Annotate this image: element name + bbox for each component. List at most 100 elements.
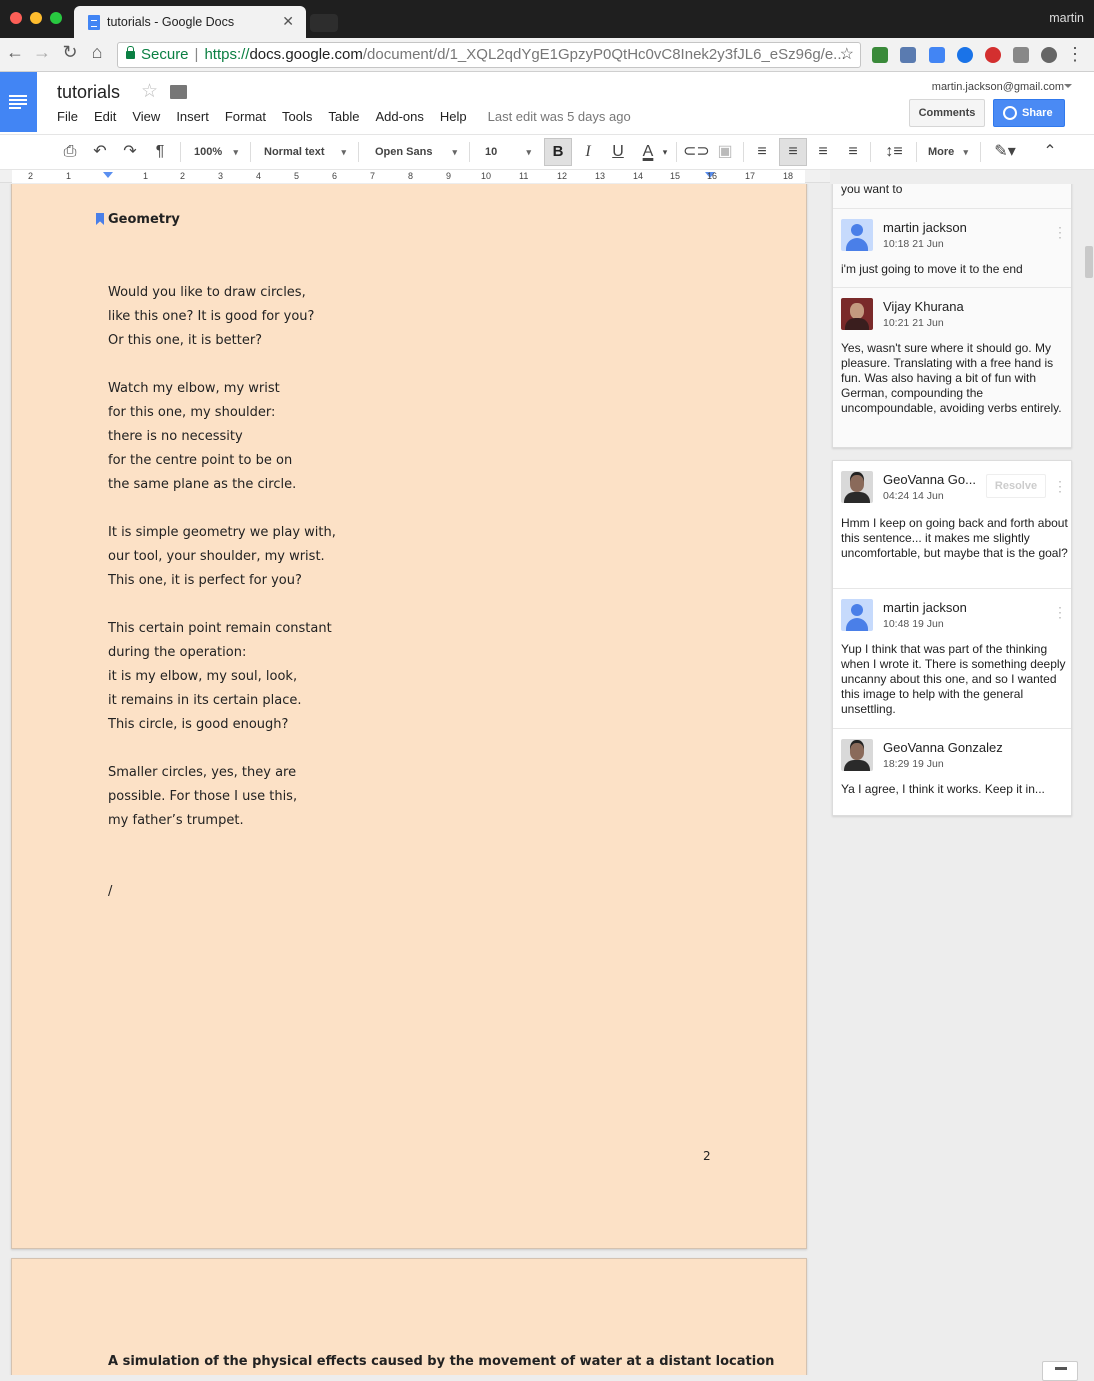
document-canvas[interactable]: Geometry Would you like to draw circles,… [0,184,830,1375]
menu-addons[interactable]: Add-ons [375,109,423,124]
ruler[interactable]: 2 1 1 2 3 4 5 6 7 8 9 10 11 12 13 14 15 … [0,170,830,183]
tab-close-icon[interactable]: ✕ [282,13,294,30]
browser-menu-icon[interactable]: ⋮ [1066,44,1084,65]
collapse-chevron-up-icon[interactable]: ⌃ [1038,135,1062,169]
maximize-window-button[interactable] [50,12,62,24]
comment-author: GeoVanna Go... [883,472,976,487]
menu-help[interactable]: Help [440,109,467,124]
comment-reply[interactable]: martin jackson 10:48 19 Jun Yup I think … [833,589,1071,729]
ruler-label: 5 [294,171,300,181]
comment-more-icon[interactable] [1053,478,1067,495]
poem-body[interactable]: Would you like to draw circles, like thi… [108,285,336,837]
last-edit-status[interactable]: Last edit was 5 days ago [488,109,631,124]
menu-insert[interactable]: Insert [176,109,209,124]
browser-tab[interactable]: tutorials - Google Docs ✕ [74,6,306,38]
line-spacing-icon[interactable]: ↕≡ [877,135,911,169]
ruler-label: 11 [519,171,529,181]
indent-marker[interactable] [103,172,113,178]
share-button[interactable]: Share [993,99,1065,127]
comment-time: 10:48 19 Jun [883,618,944,630]
comments-button[interactable]: Comments [909,99,985,127]
comment-more-icon[interactable] [1053,224,1067,241]
zoom-select[interactable]: 100% [186,135,244,169]
font-size-select[interactable]: 10 [477,135,537,169]
align-right-icon[interactable]: ≡ [811,135,835,169]
editing-mode-pencil-icon[interactable]: ✎▾ [989,135,1021,169]
poem-heading[interactable]: Geometry [96,212,180,227]
bold-button[interactable]: B [544,138,572,166]
browser-profile-name[interactable]: martin [1049,11,1084,25]
align-justify-icon[interactable]: ≡ [841,135,865,169]
docs-menu-icon[interactable] [0,72,37,132]
style-select[interactable]: Normal text [256,135,352,169]
section-heading[interactable]: A simulation of the physical effects cau… [108,1354,774,1369]
extension-evernote-icon[interactable] [872,47,888,63]
comment-reply[interactable]: Vijay Khurana 10:21 21 Jun Yes, wasn't s… [833,288,1071,448]
menu-table[interactable]: Table [328,109,359,124]
home-icon[interactable]: ⌂ [86,42,108,63]
extension-adblock-icon[interactable] [985,47,1001,63]
text-color-button[interactable]: A [636,135,660,169]
redo-icon[interactable]: ↷ [118,135,142,169]
extension-drive-icon[interactable] [1041,47,1057,63]
poem-line: This certain point remain constant [108,621,332,636]
comment-reply[interactable]: GeoVanna Gonzalez 18:29 19 Jun Ya I agre… [833,729,1071,815]
forward-arrow-icon[interactable]: → [31,42,53,63]
text-color-caret-icon[interactable]: ▾ [660,135,670,169]
document-page[interactable]: A simulation of the physical effects cau… [11,1258,807,1375]
italic-button[interactable]: I [576,135,600,169]
more-button[interactable]: More [920,135,974,169]
insert-comment-icon[interactable]: ▣ [713,135,737,169]
extension-bank-icon[interactable] [957,47,973,63]
bookmark-star-icon[interactable]: ☆ [840,43,854,67]
url-host: docs.google.com [249,46,363,63]
extension-google-translate-icon[interactable] [929,47,945,63]
comment-thread[interactable]: GeoVanna Go... 04:24 14 Jun Resolve Hmm … [832,460,1072,816]
link-icon[interactable]: ⊂⊃ [683,135,710,169]
menu-view[interactable]: View [132,109,160,124]
star-icon[interactable]: ☆ [141,80,158,103]
comment-thread[interactable]: you want to martin jackson 10:18 21 Jun … [832,184,1072,448]
comment-more-icon[interactable] [1053,604,1067,621]
minimize-window-button[interactable] [30,12,42,24]
menu-file[interactable]: File [57,109,78,124]
ruler-label: 14 [633,171,644,181]
share-label: Share [1022,107,1053,119]
menu-edit[interactable]: Edit [94,109,116,124]
reload-icon[interactable]: ↻ [59,42,81,63]
address-bar[interactable]: Secure | https://docs.google.com/document/… [117,42,861,68]
new-tab-button[interactable] [310,14,338,32]
folder-icon[interactable] [170,85,187,99]
poem-line: like this one? It is good for you? [108,309,315,324]
document-title[interactable]: tutorials [57,82,120,103]
align-center-icon[interactable]: ≡ [779,138,807,166]
poem-line [108,741,336,765]
underline-button[interactable]: U [606,135,630,169]
back-arrow-icon[interactable]: ← [4,42,26,63]
poem-line: This circle, is good enough? [108,717,289,732]
print-icon[interactable]: ⎙ [58,135,82,169]
account-caret-icon[interactable] [1064,84,1072,88]
extension-translate-icon[interactable] [900,47,916,63]
poem-line: Smaller circles, yes, they are [108,765,297,780]
font-select[interactable]: Open Sans [367,135,463,169]
ruler-label: 4 [256,171,262,181]
extension-camera-icon[interactable] [1013,47,1029,63]
undo-icon[interactable]: ↶ [88,135,112,169]
scrollbar-thumb[interactable] [1085,246,1093,278]
bookmark-icon[interactable] [96,213,104,225]
poem-line: for the centre point to be on [108,453,293,468]
close-window-button[interactable] [10,12,22,24]
paint-format-icon[interactable]: ¶ [148,135,172,169]
account-email[interactable]: martin.jackson@gmail.com [932,81,1064,93]
menu-format[interactable]: Format [225,109,266,124]
explore-toggle-button[interactable] [1042,1361,1078,1381]
resolve-button[interactable]: Resolve [986,474,1046,498]
menu-tools[interactable]: Tools [282,109,312,124]
document-page[interactable]: Geometry Would you like to draw circles,… [11,184,807,1249]
align-left-icon[interactable]: ≡ [750,135,774,169]
comment-reply[interactable]: GeoVanna Go... 04:24 14 Jun Resolve Hmm … [833,461,1071,589]
comment-reply[interactable]: martin jackson 10:18 21 Jun i'm just goi… [833,208,1071,288]
poem-line: it remains in its certain place. [108,693,302,708]
poem-line: for this one, my shoulder: [108,405,276,420]
